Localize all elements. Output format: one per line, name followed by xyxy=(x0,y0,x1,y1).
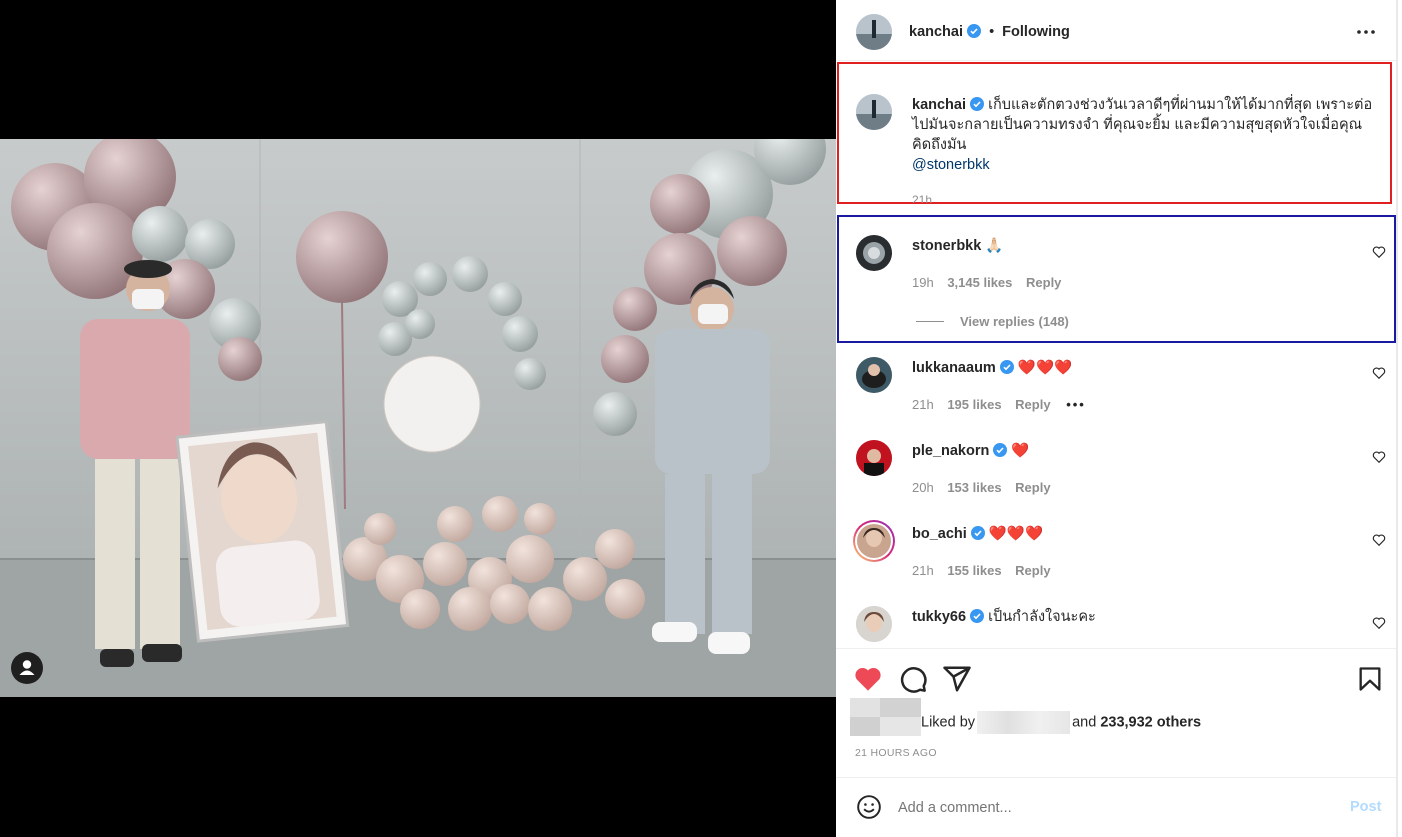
post-media[interactable] xyxy=(0,0,836,837)
comment-text: 🙏🏻 xyxy=(985,238,1004,254)
comment-avatar[interactable] xyxy=(856,606,892,642)
save-button[interactable] xyxy=(1356,664,1384,694)
likes-summary: Liked by and 233,932 others xyxy=(921,711,1381,734)
comment-like-button[interactable] xyxy=(1372,245,1386,259)
view-replies-button[interactable]: View replies (148) xyxy=(960,314,1069,329)
comment-likes[interactable]: 3,145 likes xyxy=(947,275,1012,290)
user-icon xyxy=(19,660,35,675)
comment-meta: 19h 3,145 likes Reply xyxy=(912,275,1061,290)
comment-button[interactable] xyxy=(898,664,928,694)
smiley-icon xyxy=(857,795,881,819)
heart-filled-icon xyxy=(855,667,881,691)
verified-badge-icon xyxy=(967,24,982,38)
more-horizontal-icon xyxy=(1357,30,1375,34)
heart-outline-icon xyxy=(1372,246,1386,259)
comment-like-button[interactable] xyxy=(1372,366,1386,380)
post-comment-button[interactable]: Post xyxy=(1350,799,1381,815)
photo-illustration xyxy=(0,139,836,697)
comment-meta: 21h 195 likes Reply ••• xyxy=(912,397,1086,412)
comment-likes[interactable]: 153 likes xyxy=(947,480,1001,495)
comment-username[interactable]: lukkanaaum xyxy=(912,360,996,376)
panel-border xyxy=(1396,0,1398,837)
post-sidebar: kanchai • Following kanchai เก็บและตักตว… xyxy=(836,0,1402,837)
comment-bubble-icon xyxy=(900,667,927,693)
heart-outline-icon xyxy=(1372,534,1386,547)
comment-3: ple_nakorn ❤️ xyxy=(912,441,1029,461)
comment-likes[interactable]: 155 likes xyxy=(947,563,1001,578)
comment-4: bo_achi ❤️❤️❤️ xyxy=(912,524,1043,544)
comment-like-button[interactable] xyxy=(1372,616,1386,630)
actions-divider xyxy=(836,648,1396,649)
verified-badge-icon xyxy=(970,97,985,111)
emoji-button[interactable] xyxy=(856,794,882,820)
verified-badge-icon xyxy=(970,609,985,623)
post-timestamp[interactable]: 21 HOURS AGO xyxy=(855,747,937,759)
following-button[interactable]: Following xyxy=(1002,24,1070,40)
header-divider xyxy=(836,60,1396,61)
caption: kanchai เก็บและตักตวงช่วงวันเวลาดีๆที่ผ่… xyxy=(912,95,1384,175)
reply-button[interactable]: Reply xyxy=(1015,480,1050,495)
comment-text: ❤️ xyxy=(1011,443,1030,459)
paper-plane-icon xyxy=(943,666,971,692)
verified-badge-icon xyxy=(999,360,1014,374)
author-username[interactable]: kanchai xyxy=(909,24,963,40)
add-comment-input[interactable] xyxy=(898,796,1278,820)
comment-avatar[interactable] xyxy=(856,235,892,271)
verified-badge-icon xyxy=(993,443,1008,457)
comment-text: ❤️❤️❤️ xyxy=(988,526,1044,542)
comment-time[interactable]: 20h xyxy=(912,480,934,495)
comment-box-divider xyxy=(836,777,1396,778)
comment-like-button[interactable] xyxy=(1372,450,1386,464)
post-photo xyxy=(0,139,836,697)
caption-time[interactable]: 21h xyxy=(912,193,932,203)
heart-outline-icon xyxy=(1372,367,1386,380)
header-separator: • xyxy=(989,24,995,40)
comment-username[interactable]: tukky66 xyxy=(912,609,966,625)
caption-username[interactable]: kanchai xyxy=(912,97,966,113)
liker-username[interactable] xyxy=(977,711,1071,734)
comment-meta: 20h 153 likes Reply xyxy=(912,480,1051,495)
heart-outline-icon xyxy=(1372,617,1386,630)
liker-avatar[interactable] xyxy=(850,698,921,736)
comment-username[interactable]: bo_achi xyxy=(912,526,967,542)
comment-likes[interactable]: 195 likes xyxy=(947,397,1001,412)
likes-and: and xyxy=(1072,714,1097,731)
comment-username[interactable]: ple_nakorn xyxy=(912,443,989,459)
comment-avatar[interactable] xyxy=(856,440,892,476)
reply-button[interactable]: Reply xyxy=(1015,397,1050,412)
likes-count[interactable]: 233,932 others xyxy=(1100,714,1201,730)
liked-by-label: Liked by xyxy=(921,714,976,731)
like-button[interactable] xyxy=(853,664,883,694)
replies-line xyxy=(916,321,944,322)
bookmark-icon xyxy=(1359,667,1381,691)
comment-meta: 21h 155 likes Reply xyxy=(912,563,1051,578)
comment-avatar-story-ring[interactable] xyxy=(853,520,895,562)
comment-text: เป็นกำลังใจนะคะ xyxy=(988,609,1096,625)
reply-button[interactable]: Reply xyxy=(1026,275,1061,290)
tagged-users-button[interactable] xyxy=(11,652,43,684)
comment-time[interactable]: 21h xyxy=(912,563,934,578)
verified-badge-icon xyxy=(970,526,985,540)
more-options-button[interactable] xyxy=(1348,22,1384,42)
heart-outline-icon xyxy=(1372,451,1386,464)
share-button[interactable] xyxy=(942,664,972,694)
comment-avatar[interactable] xyxy=(856,357,892,393)
reply-button[interactable]: Reply xyxy=(1015,563,1050,578)
comment-5: tukky66 เป็นกำลังใจนะคะ xyxy=(912,607,1096,627)
comment-time[interactable]: 21h xyxy=(912,397,934,412)
comment-username[interactable]: stonerbkk xyxy=(912,238,981,254)
comment-text: ❤️❤️❤️ xyxy=(1017,360,1073,376)
caption-avatar[interactable] xyxy=(856,94,892,130)
comment-time[interactable]: 19h xyxy=(912,275,934,290)
comment-1: stonerbkk 🙏🏻 xyxy=(912,236,1003,256)
caption-mention-link[interactable]: @stonerbkk xyxy=(912,157,990,173)
post-header: kanchai • Following xyxy=(909,22,1070,42)
author-avatar[interactable] xyxy=(856,14,892,50)
comment-2: lukkanaaum ❤️❤️❤️ xyxy=(912,358,1072,378)
comment-like-button[interactable] xyxy=(1372,533,1386,547)
comment-options-button[interactable]: ••• xyxy=(1066,397,1086,412)
